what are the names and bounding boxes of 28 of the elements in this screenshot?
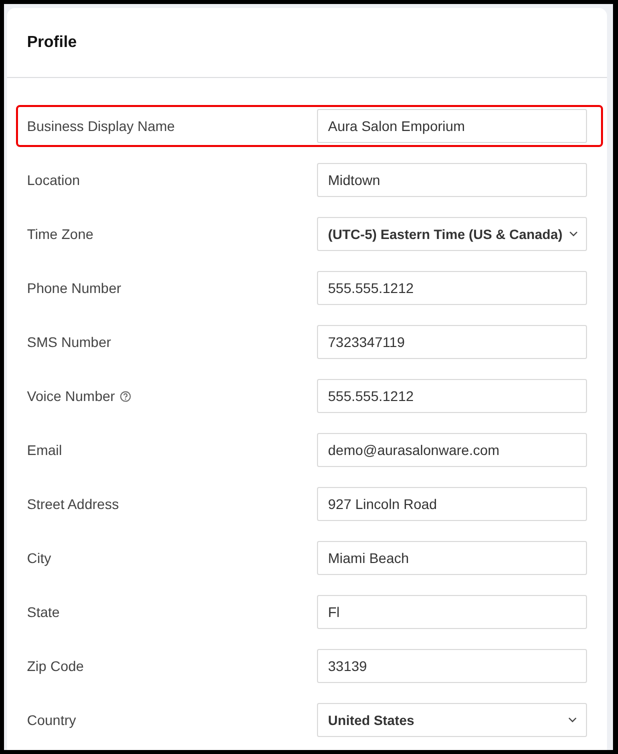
field-label: Location <box>27 172 80 188</box>
text-field[interactable]: Midtown <box>317 163 587 197</box>
text-field[interactable]: Fl <box>317 595 587 629</box>
text-field[interactable]: 7323347119 <box>317 325 587 359</box>
field-label: City <box>27 550 52 566</box>
field-label: State <box>27 604 60 620</box>
text-field[interactable]: Miami Beach <box>317 541 587 575</box>
field-label: Voice Number <box>27 388 115 404</box>
field-label: Street Address <box>27 496 119 512</box>
field-label: Email <box>27 442 62 458</box>
dropdown[interactable]: United States <box>317 703 587 737</box>
field-label: Business Display Name <box>27 118 175 134</box>
field-label: SMS Number <box>27 334 112 350</box>
field-label: Zip Code <box>27 658 84 674</box>
text-field[interactable]: 555.555.1212 <box>317 271 587 305</box>
field-label: Country <box>27 712 76 728</box>
text-field[interactable]: demo@aurasalonware.com <box>317 433 587 467</box>
text-field[interactable]: Aura Salon Emporium <box>317 109 587 143</box>
chevron-down-icon <box>568 231 578 237</box>
chevron-down-icon <box>568 717 577 723</box>
text-field[interactable]: 555.555.1212 <box>317 379 587 413</box>
help-icon[interactable] <box>120 390 131 402</box>
text-field[interactable]: 927 Lincoln Road <box>317 487 587 521</box>
text-field[interactable]: 33139 <box>317 649 587 683</box>
field-label: Phone Number <box>27 280 122 296</box>
field-label: Time Zone <box>27 226 94 242</box>
panel-title: Profile <box>27 34 77 52</box>
dropdown[interactable]: (UTC-5) Eastern Time (US & Canada) <box>317 217 587 251</box>
